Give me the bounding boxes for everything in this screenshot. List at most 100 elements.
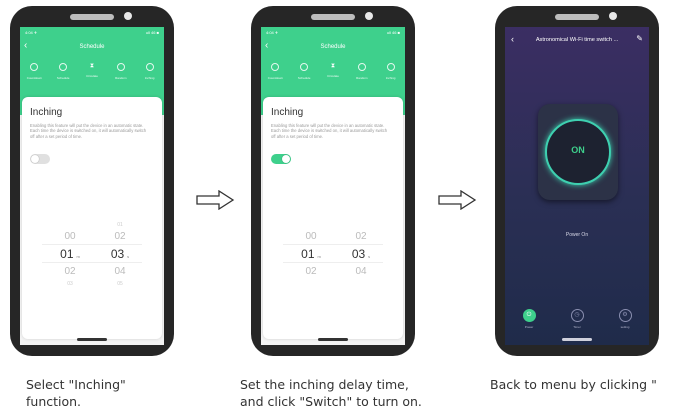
speaker — [555, 14, 599, 20]
picker-selected: 01 m — [50, 247, 90, 261]
home-indicator[interactable] — [77, 338, 107, 341]
toggle-knob — [282, 155, 290, 163]
arrow-right-icon — [438, 190, 477, 210]
nav-timer[interactable]: ◷ Timer — [562, 309, 592, 339]
picker-value: 01 — [117, 222, 123, 228]
status-time: 4:04 ✈ — [25, 30, 38, 35]
tab-label: Schedule — [56, 76, 70, 80]
camera-icon — [124, 12, 132, 20]
gear-icon: ⚙ — [618, 309, 632, 322]
hourglass-icon: ⧗ — [89, 63, 95, 69]
bottom-nav: ⏻ Power ◷ Timer ⚙ setting — [505, 309, 649, 339]
tab-inching[interactable]: Inching — [138, 63, 162, 80]
picker-value: 03 — [351, 247, 366, 261]
card-description: Enabling this feature will put the devic… — [271, 123, 388, 139]
countdown-icon — [271, 63, 280, 71]
tab-inching[interactable]: Inching — [379, 63, 403, 80]
tab-countdown[interactable]: Countdown — [263, 63, 287, 80]
inching-toggle[interactable] — [30, 154, 50, 164]
picker-value: 01 — [301, 247, 315, 261]
tab-label: Random — [115, 76, 127, 80]
schedule-tabs: Countdown Schedule ⧗ Circulate Random Inc… — [261, 63, 405, 80]
inching-card: Inching Enabling this feature will put t… — [263, 97, 403, 339]
timer-icon: ◷ — [570, 309, 584, 322]
power-icon: ⏻ — [522, 309, 536, 322]
picker-unit: m — [76, 254, 80, 259]
picker-unit: s — [127, 254, 130, 259]
power-button-label: ON — [571, 145, 585, 155]
power-button-panel: ON — [538, 104, 618, 200]
phone-3: ‹ Astronomical Wi-Fi time switch ... ✎ O… — [495, 6, 659, 356]
phone-1: 4:04 ✈ ull 46 ■ ‹ Schedule Countdown Sch… — [10, 6, 174, 356]
tab-label: Circulate — [327, 74, 339, 78]
speaker — [70, 14, 114, 20]
minute-picker[interactable]: 00 01 m 02 — [291, 217, 331, 307]
tab-schedule[interactable]: Schedule — [51, 63, 75, 80]
tab-label: Countdown — [267, 76, 283, 80]
phone-1-screen: 4:04 ✈ ull 46 ■ ‹ Schedule Countdown Sch… — [20, 27, 164, 345]
tab-countdown[interactable]: Countdown — [22, 63, 46, 80]
phone-2-screen: 4:04 ✈ ull 46 ■ ‹ Schedule Countdown Sch… — [261, 27, 405, 345]
status-time: 4:04 ✈ — [266, 30, 279, 35]
minute-picker[interactable]: 00 01 m 02 03 — [50, 217, 90, 307]
device-title: Astronomical Wi-Fi time switch ... — [535, 37, 619, 43]
toggle-knob — [31, 155, 39, 163]
phone-2: 4:04 ✈ ull 46 ■ ‹ Schedule Countdown Sch… — [251, 6, 415, 356]
second-picker[interactable]: 01 02 03 s 04 05 — [100, 217, 140, 307]
power-button[interactable]: ON — [545, 119, 611, 185]
tab-random[interactable]: Random — [109, 63, 133, 80]
picker-unit: m — [317, 254, 321, 259]
clock-icon — [59, 63, 68, 71]
hourglass-icon: ⧗ — [330, 63, 336, 69]
nav-power[interactable]: ⏻ Power — [514, 309, 544, 339]
nav-setting[interactable]: ⚙ setting — [610, 309, 640, 339]
card-title: Inching — [30, 107, 63, 118]
home-indicator[interactable] — [318, 338, 348, 341]
inching-icon — [386, 63, 395, 71]
picker-value: 02 — [355, 231, 367, 242]
page-title: Schedule — [320, 44, 346, 50]
tab-label: Schedule — [297, 76, 311, 80]
power-state-text: Power On — [565, 232, 589, 238]
picker-selected: 03 s — [100, 247, 140, 261]
inching-toggle[interactable] — [271, 154, 291, 164]
edit-icon[interactable]: ✎ — [636, 34, 643, 43]
tab-label: Random — [356, 76, 368, 80]
picker-value: 04 — [114, 266, 126, 277]
status-signal: ull 46 ■ — [145, 30, 159, 35]
schedule-tabs: Countdown Schedule ⧗ Circulate Random Inc… — [20, 63, 164, 80]
random-icon — [116, 63, 125, 71]
card-description: Enabling this feature will put the devic… — [30, 123, 147, 139]
page-title: Schedule — [79, 44, 105, 50]
picker-value: 05 — [117, 281, 123, 287]
tab-schedule[interactable]: Schedule — [292, 63, 316, 80]
picker-value: 02 — [305, 266, 317, 277]
tab-random[interactable]: Random — [350, 63, 374, 80]
nav-label: Timer — [573, 325, 581, 329]
picker-value: 03 — [67, 281, 73, 287]
tab-label: Circulate — [86, 74, 98, 78]
tab-circulate[interactable]: ⧗ Circulate — [321, 63, 345, 80]
caption-step-2: Set the inching delay time, and click "S… — [240, 376, 422, 410]
home-indicator[interactable] — [562, 338, 592, 341]
picker-value: 02 — [64, 266, 76, 277]
picker-value: 01 — [60, 247, 74, 261]
arrow-right-icon — [196, 190, 235, 210]
tab-label: Countdown — [26, 76, 42, 80]
picker-unit: s — [368, 254, 371, 259]
caption-line: and click "Switch" to turn on. — [240, 394, 422, 409]
camera-icon — [365, 12, 373, 20]
tab-circulate[interactable]: ⧗ Circulate — [80, 63, 104, 80]
picker-selected: 01 m — [291, 247, 331, 261]
countdown-icon — [30, 63, 39, 71]
inching-icon — [145, 63, 154, 71]
second-picker[interactable]: 02 03 s 04 — [341, 217, 381, 307]
caption-line: function. — [26, 394, 82, 409]
picker-selected: 03 s — [341, 247, 381, 261]
picker-value: 04 — [355, 266, 367, 277]
inching-card: Inching Enabling this feature will put t… — [22, 97, 162, 339]
caption-step-1: Select "Inching" function. — [26, 376, 126, 410]
caption-line: Back to menu by clicking " — [490, 377, 657, 392]
status-signal: ull 46 ■ — [386, 30, 400, 35]
caption-step-3: Back to menu by clicking " — [490, 376, 657, 393]
